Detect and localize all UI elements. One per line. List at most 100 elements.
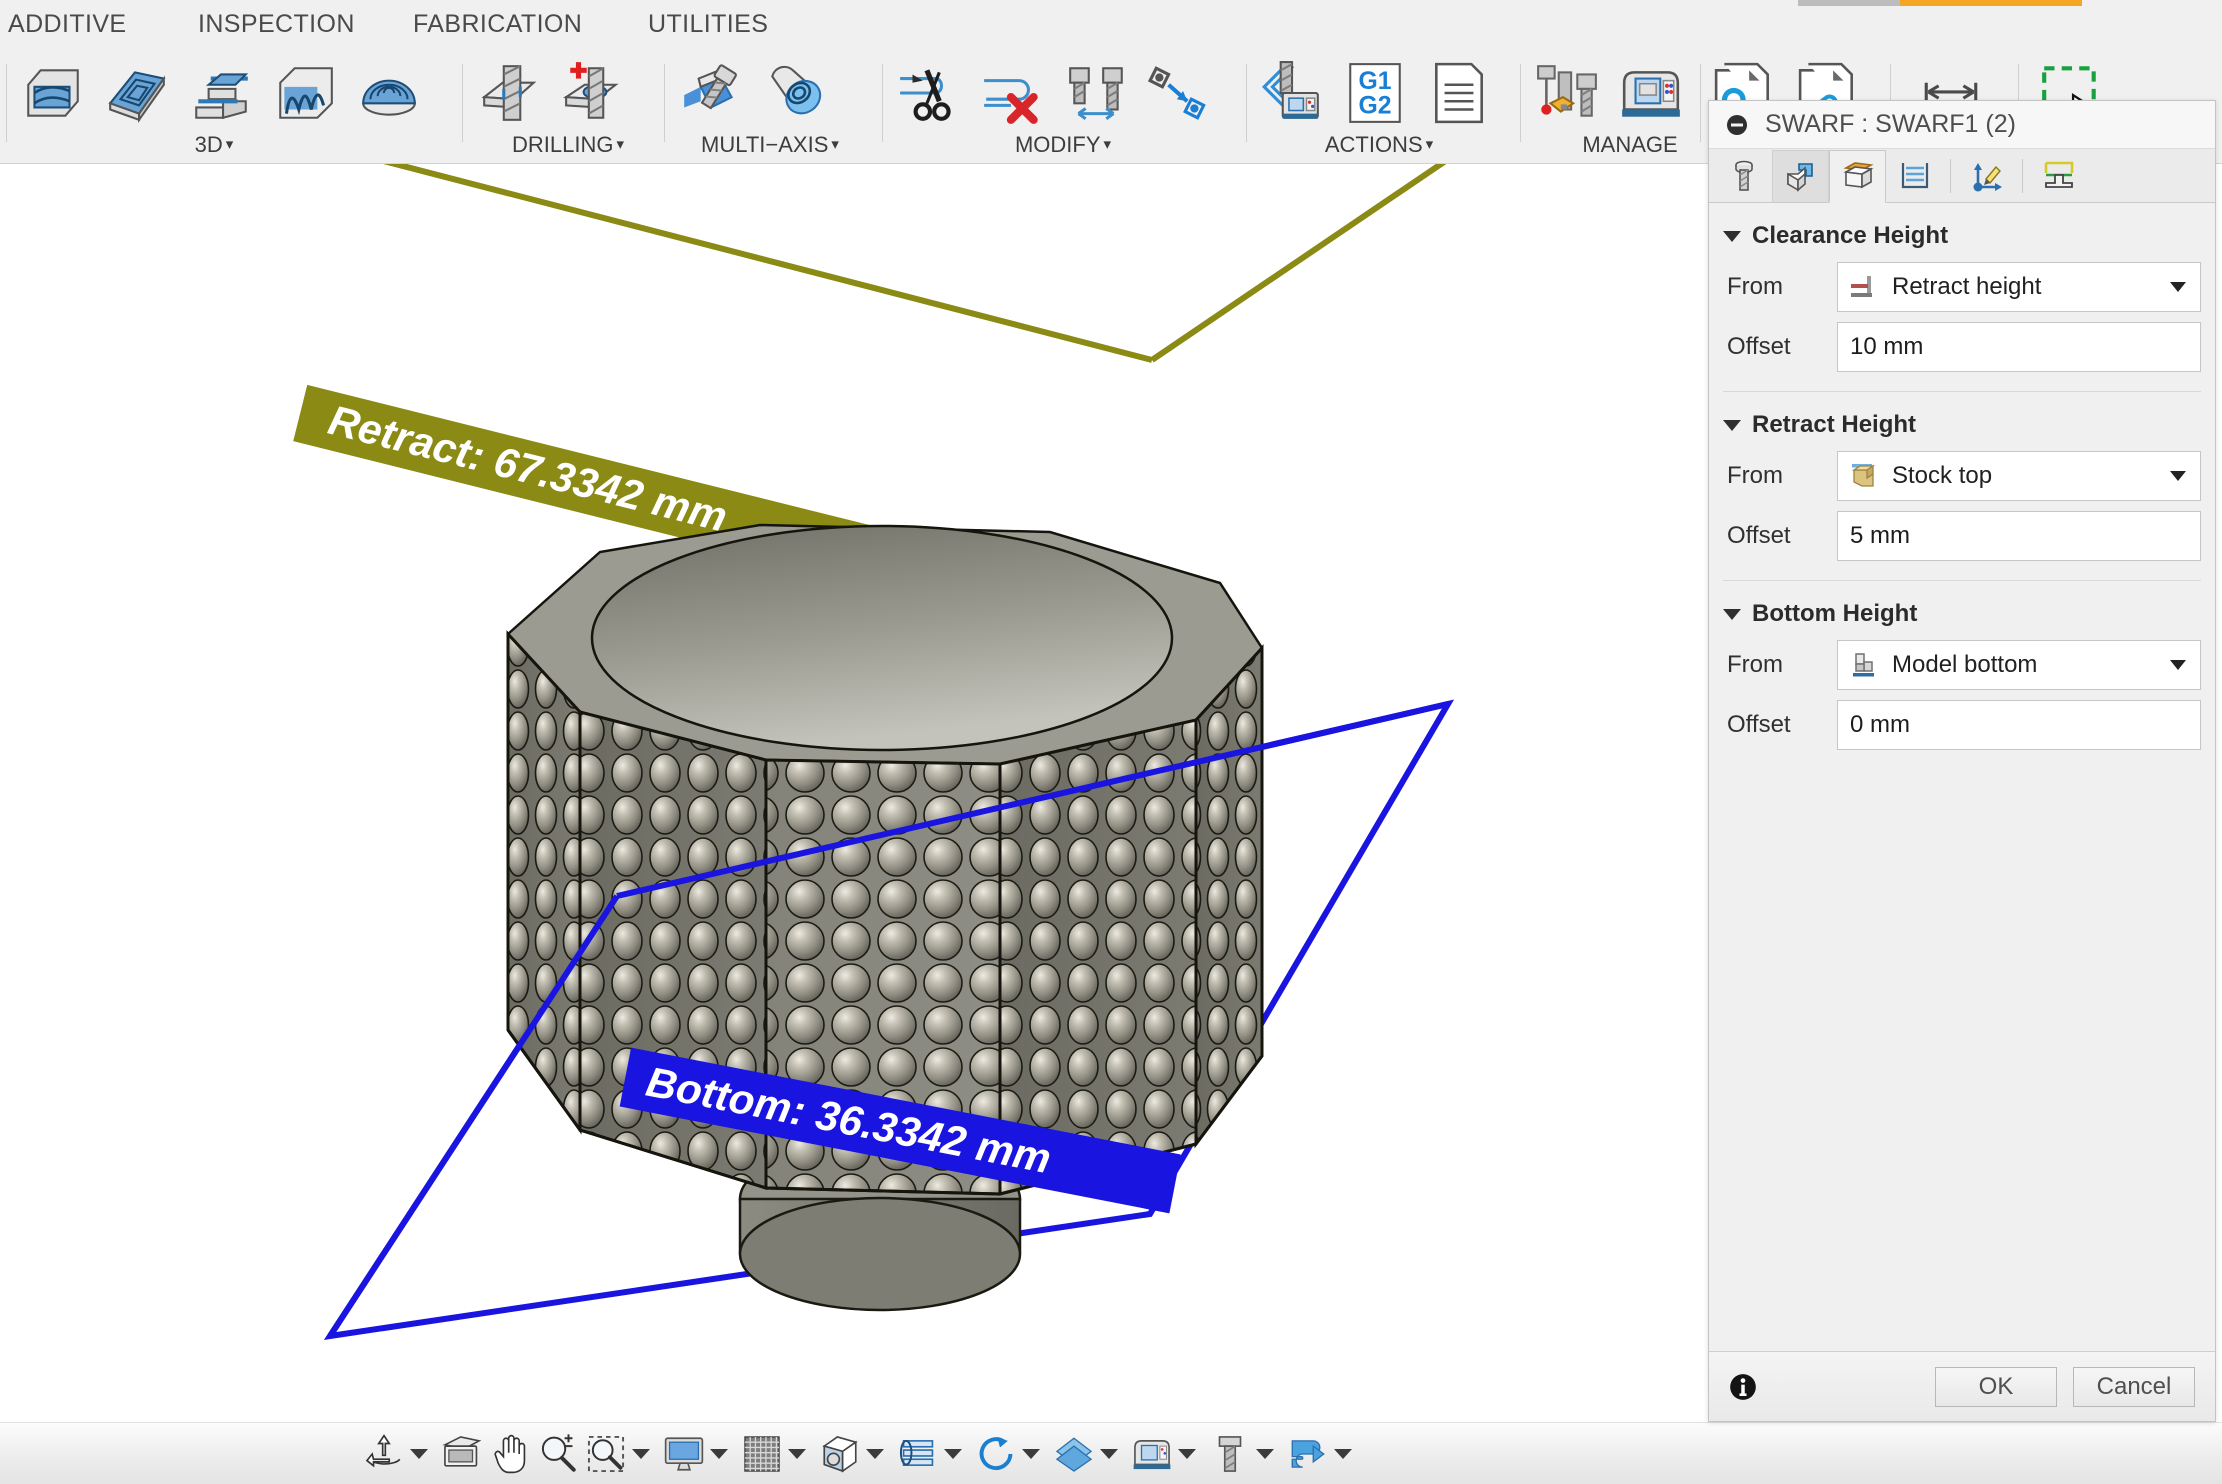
info-icon[interactable] [1729,1373,1757,1401]
tool-visibility-dropdown-caret[interactable] [1256,1449,1274,1459]
zoom-window-dropdown-caret[interactable] [632,1449,650,1459]
bottom-offset-label: Offset [1723,711,1837,739]
retract-offset-input[interactable]: 5 mm [1837,511,2201,561]
retract-plane [318,164,1500,360]
orbit-dropdown-caret[interactable] [410,1449,428,1459]
zoom-button[interactable] [534,1433,582,1475]
ribbon-tab-fabrication[interactable]: FABRICATION [413,10,582,39]
chevron-down-icon[interactable] [1723,420,1741,431]
stock-top-icon [1848,461,1878,491]
ribbon-tab-utilities[interactable]: UTILITIES [648,10,768,39]
clearance-height-header[interactable]: Clearance Height [1723,217,2201,255]
ribbon-group-drilling: DRILLING▾ [470,46,666,164]
ribbon-group-manage-label[interactable]: MANAGE [1530,132,1730,158]
bottom-from-value: Model bottom [1892,651,2170,679]
chevron-down-icon[interactable] [1723,609,1741,620]
retract-from-select[interactable]: Stock top [1837,451,2201,501]
clearance-from-select[interactable]: Retract height [1837,262,2201,312]
machine-dropdown-caret[interactable] [1178,1449,1196,1459]
chevron-down-icon[interactable] [2170,660,2186,670]
swarf-dialog[interactable]: SWARF : SWARF1 (2) [1708,100,2216,1422]
swarf-dialog-body: Clearance Height From Retract height [1709,203,2215,1351]
chevron-down-icon[interactable]: ▾ [226,136,234,153]
ribbon-group-manage: MANAGE [1530,46,1730,164]
ribbon-tab-inspection[interactable]: INSPECTION [198,10,355,39]
display-settings-dropdown-caret[interactable] [710,1449,728,1459]
tool-visibility-button[interactable] [1206,1433,1254,1475]
stock-visibility-icon [897,1433,939,1475]
retract-from-value: Stock top [1892,462,2170,490]
toolpath-visibility-dropdown-caret[interactable] [1334,1449,1352,1459]
bottom-height-section: Bottom Height From Model [1723,581,2201,753]
bottom-from-select[interactable]: Model bottom [1837,640,2201,690]
chevron-down-icon[interactable] [1723,231,1741,242]
ribbon-tab-row: ADDITIVE INSPECTION FABRICATION UTILITIE… [0,6,2222,46]
heights-icon [1841,160,1875,194]
ribbon-group-3d-label[interactable]: 3D▾ [14,132,414,158]
chevron-down-icon[interactable] [2170,471,2186,481]
clearance-from-label: From [1723,273,1837,301]
geometry-icon [1784,160,1818,194]
cancel-button[interactable]: Cancel [2073,1367,2195,1407]
look-at-icon [441,1433,483,1475]
heights-tab[interactable] [1829,150,1886,203]
bottom-offset-input[interactable]: 0 mm [1837,700,2201,750]
retract-height-section: Retract Height From Stock [1723,392,2201,581]
ribbon-group-modify: MODIFY▾ [898,46,1228,164]
manual-ncs-tab[interactable] [2030,150,2087,202]
toolpath-visibility-button[interactable] [1284,1433,1332,1475]
simulation-refresh-button[interactable] [972,1433,1020,1475]
group-label-text: MODIFY [1015,132,1101,157]
machine-button[interactable] [1128,1433,1176,1475]
zoom-window-button[interactable] [582,1433,630,1475]
group-label-text: DRILLING [512,132,613,157]
view-navigation-bar [0,1422,2222,1484]
stock-visibility-dropdown-caret[interactable] [944,1449,962,1459]
model-bottom-icon [1848,650,1878,680]
chevron-down-icon[interactable]: ▾ [1104,136,1112,153]
geometry-tab[interactable] [1772,150,1829,202]
object-visibility-button[interactable] [1050,1433,1098,1475]
chevron-down-icon[interactable]: ▾ [831,136,839,153]
bottom-offset-row: Offset 0 mm [1723,697,2201,753]
ribbon-tab-additive[interactable]: ADDITIVE [8,10,127,39]
grid-snap-dropdown-caret[interactable] [788,1449,806,1459]
linking-tab[interactable] [1958,150,2015,202]
ribbon-group-actions-label[interactable]: ACTIONS▾ [1254,132,1504,158]
chevron-down-icon[interactable] [2170,282,2186,292]
viewports-button[interactable] [816,1433,864,1475]
orbit-button[interactable] [360,1433,408,1475]
viewports-dropdown-caret[interactable] [866,1449,884,1459]
grid-snap-button[interactable] [738,1433,786,1475]
bottom-height-header[interactable]: Bottom Height [1723,595,2201,633]
ribbon-separator [462,64,463,142]
tool-visibility-icon [1209,1433,1251,1475]
bottom-height-title: Bottom Height [1752,600,1917,628]
look-at-button[interactable] [438,1433,486,1475]
ribbon-separator [1520,64,1521,142]
zoom-icon [537,1433,579,1475]
swarf-dialog-titlebar[interactable]: SWARF : SWARF1 (2) [1709,101,2215,149]
simulation-refresh-dropdown-caret[interactable] [1022,1449,1040,1459]
chevron-down-icon[interactable]: ▾ [1426,136,1434,153]
ribbon-group-multiaxis-label[interactable]: MULTI−AXIS▾ [672,132,868,158]
chevron-down-icon[interactable]: ▾ [616,136,624,153]
display-settings-button[interactable] [660,1433,708,1475]
toolpath-visibility-icon [1287,1433,1329,1475]
ribbon-group-modify-label[interactable]: MODIFY▾ [898,132,1228,158]
clearance-offset-input[interactable]: 10 mm [1837,322,2201,372]
ok-button[interactable]: OK [1935,1367,2057,1407]
bottom-from-row: From Model bottom [1723,637,2201,693]
retract-height-header[interactable]: Retract Height [1723,406,2201,444]
stock-visibility-button[interactable] [894,1433,942,1475]
pan-button[interactable] [486,1433,534,1475]
passes-tab[interactable] [1886,150,1943,202]
tab-separator [1950,159,1951,193]
object-visibility-dropdown-caret[interactable] [1100,1449,1118,1459]
minus-circle-icon[interactable] [1725,113,1749,137]
ribbon-group-drilling-label[interactable]: DRILLING▾ [470,132,666,158]
group-label-text: 3D [195,132,223,157]
viewports-icon [819,1433,861,1475]
tool-tab[interactable] [1715,150,1772,202]
retract-offset-label: Offset [1723,522,1837,550]
